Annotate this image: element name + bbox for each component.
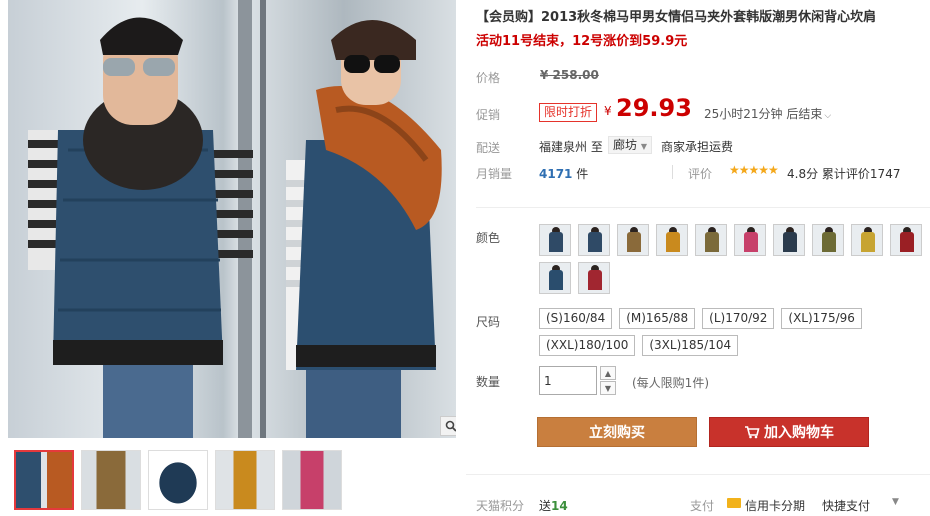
color-swatch[interactable] xyxy=(578,262,610,294)
swatch-garment xyxy=(744,232,758,252)
promo-subtitle: 活动11号结束，12号涨价到59.9元 xyxy=(476,34,688,49)
current-price: 29.93 xyxy=(616,94,692,122)
quantity-label: 数量 xyxy=(476,375,501,389)
color-swatch[interactable] xyxy=(539,224,571,256)
decrement-button[interactable]: ▼ xyxy=(600,381,616,395)
size-option[interactable]: (3XL)185/104 xyxy=(642,335,739,356)
ship-to-select[interactable]: 廊坊 ▼ xyxy=(608,136,652,154)
divider xyxy=(476,207,930,208)
review-summary[interactable]: 4.8分 累计评价1747 xyxy=(787,165,900,182)
size-label: 尺码 xyxy=(476,315,501,329)
price-label: 价格 xyxy=(476,71,501,85)
quantity-input[interactable] xyxy=(539,366,597,395)
thumbnail-5[interactable] xyxy=(282,450,342,510)
thumbnail-strip xyxy=(14,450,342,510)
thumbnail-4[interactable] xyxy=(215,450,275,510)
thumbnail-1[interactable] xyxy=(14,450,74,510)
color-swatch[interactable] xyxy=(773,224,805,256)
buy-now-button[interactable]: 立刻购买 xyxy=(537,417,697,447)
review-label: 评价 xyxy=(688,167,713,181)
dropdown-arrow-icon: ▼ xyxy=(640,142,647,151)
cart-icon xyxy=(745,426,760,439)
size-option[interactable]: (XL)175/96 xyxy=(781,308,862,329)
product-title: 【会员购】2013秋冬棉马甲男女情侣马夹外套韩版潮男休闲背心坎肩 xyxy=(476,10,877,25)
swatch-garment xyxy=(705,232,719,252)
swatch-garment xyxy=(783,232,797,252)
payment-label: 支付 xyxy=(690,499,715,513)
color-swatches xyxy=(539,224,929,294)
color-swatch[interactable] xyxy=(890,224,922,256)
male-model-figure xyxy=(28,17,253,438)
monthly-sales-label: 月销量 xyxy=(476,167,513,181)
size-option[interactable]: (M)165/88 xyxy=(619,308,696,329)
fast-pay[interactable]: 快捷支付 xyxy=(822,497,870,514)
divider xyxy=(466,474,930,475)
magnifier-icon[interactable] xyxy=(440,416,456,436)
color-swatch[interactable] xyxy=(734,224,766,256)
add-to-cart-button[interactable]: 加入购物车 xyxy=(709,417,869,447)
size-options: (S)160/84 (M)165/88 (L)170/92 (XL)175/96 (XX… xyxy=(539,308,919,356)
thumbnail-3[interactable] xyxy=(148,450,208,510)
shipping-fee: 商家承担运费 xyxy=(661,140,734,154)
main-product-image[interactable] xyxy=(8,0,456,438)
swatch-garment xyxy=(822,232,836,252)
increment-button[interactable]: ▲ xyxy=(600,366,616,380)
swatch-garment xyxy=(666,232,680,252)
color-swatch[interactable] xyxy=(617,224,649,256)
currency-symbol: ¥ xyxy=(604,104,612,118)
credit-card-installment[interactable]: 信用卡分期 xyxy=(745,497,805,514)
thumbnail-2[interactable] xyxy=(81,450,141,510)
credit-card-icon xyxy=(727,498,741,508)
color-swatch[interactable] xyxy=(695,224,727,256)
size-option[interactable]: (L)170/92 xyxy=(702,308,775,329)
purchase-limit-note: (每人限购1件) xyxy=(632,376,709,390)
swatch-garment xyxy=(588,270,602,290)
swatch-garment xyxy=(549,270,563,290)
swatch-garment xyxy=(627,232,641,252)
swatch-garment xyxy=(588,232,602,252)
ship-from: 福建泉州 至 xyxy=(539,140,603,154)
limited-discount-tag: 限时打折 xyxy=(539,103,598,122)
color-swatch[interactable] xyxy=(539,262,571,294)
color-swatch[interactable] xyxy=(656,224,688,256)
points-reward: 送14 xyxy=(539,499,568,513)
size-option[interactable]: (XXL)180/100 xyxy=(539,335,636,356)
swatch-garment xyxy=(900,232,914,252)
female-model-figure xyxy=(286,20,442,438)
add-to-cart-label: 加入购物车 xyxy=(764,425,834,441)
shipping-label: 配送 xyxy=(476,141,501,155)
promo-label: 促销 xyxy=(476,108,501,122)
color-swatch[interactable] xyxy=(812,224,844,256)
expand-payment-icon[interactable]: ▼ xyxy=(892,497,899,507)
color-swatch[interactable] xyxy=(851,224,883,256)
monthly-sales: 4171 件 xyxy=(539,167,589,181)
size-option[interactable]: (S)160/84 xyxy=(539,308,613,329)
points-label: 天猫积分 xyxy=(476,499,525,513)
original-price: ¥ 258.00 xyxy=(540,68,599,82)
rating-stars: ★★★★★ xyxy=(729,163,779,177)
swatch-garment xyxy=(549,232,563,252)
color-label: 颜色 xyxy=(476,231,501,245)
color-swatch[interactable] xyxy=(578,224,610,256)
product-page: 【会员购】2013秋冬棉马甲男女情侣马夹外套韩版潮男休闲背心坎肩 活动11号结束… xyxy=(0,0,930,516)
chevron-down-icon: ⌵ xyxy=(824,111,832,121)
countdown-timer[interactable]: 25小时21分钟 后结束 ⌵ xyxy=(704,105,831,122)
swatch-garment xyxy=(861,232,875,252)
divider xyxy=(672,165,673,179)
